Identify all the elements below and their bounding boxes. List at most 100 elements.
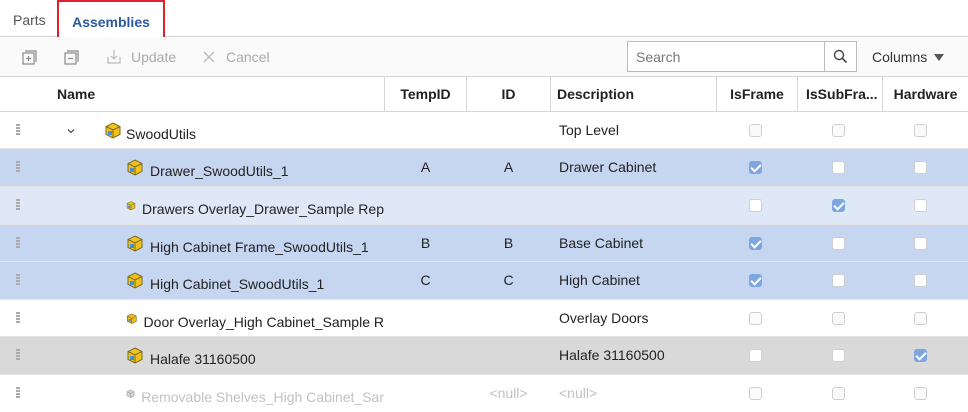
toolbar: Update Cancel Columns (0, 37, 968, 77)
drag-handle-icon[interactable] (16, 312, 20, 324)
search-button[interactable] (824, 42, 856, 71)
search-icon (833, 49, 848, 64)
row-name: Halafe 31160500 (126, 337, 384, 374)
hardware-checkbox[interactable] (914, 124, 927, 137)
row-id: A (503, 159, 514, 175)
part-icon (126, 389, 135, 398)
isframe-checkbox[interactable] (749, 387, 762, 400)
drag-handle-icon[interactable] (16, 161, 20, 173)
assembly-icon (127, 234, 143, 252)
row-name-label: Halafe 31160500 (150, 350, 256, 367)
isframe-checkbox[interactable] (749, 161, 762, 174)
table-row[interactable]: Door Overlay_High Cabinet_Sample R Overl… (0, 300, 968, 337)
hardware-checkbox[interactable] (914, 161, 927, 174)
column-header-issubframe[interactable]: IsSubFra... (798, 77, 882, 111)
row-description: <null> (559, 385, 598, 401)
column-divider[interactable] (550, 77, 551, 111)
column-header-id[interactable]: ID (467, 77, 550, 111)
tab-parts[interactable]: Parts (13, 0, 46, 37)
assembly-icon (105, 121, 121, 139)
hardware-checkbox[interactable] (914, 312, 927, 325)
isframe-checkbox[interactable] (749, 312, 762, 325)
column-header-description[interactable]: Description (557, 77, 712, 111)
issubframe-checkbox[interactable] (832, 161, 845, 174)
row-tempid: C (420, 272, 431, 288)
table-row[interactable]: High Cabinet_SwoodUtils_1 C C High Cabin… (0, 262, 968, 300)
row-tempid: A (420, 159, 431, 175)
row-description: Top Level (559, 122, 619, 138)
row-name-label: Drawers Overlay_Drawer_Sample Rep (142, 200, 384, 217)
search-box (627, 41, 857, 72)
cancel-label: Cancel (226, 49, 270, 65)
row-description: Halafe 31160500 (559, 347, 665, 363)
cancel-button[interactable]: Cancel (201, 37, 270, 77)
issubframe-checkbox[interactable] (832, 312, 845, 325)
isframe-checkbox[interactable] (749, 199, 762, 212)
issubframe-checkbox[interactable] (832, 199, 845, 212)
hardware-checkbox[interactable] (914, 237, 927, 250)
tab-bar: Parts Assemblies (0, 0, 968, 42)
column-header-hardware[interactable]: Hardware (883, 77, 968, 111)
isframe-checkbox[interactable] (749, 349, 762, 362)
hardware-checkbox[interactable] (914, 274, 927, 287)
row-name-label: SwoodUtils (126, 125, 197, 142)
drag-handle-icon[interactable] (16, 349, 20, 361)
update-icon (107, 50, 121, 64)
issubframe-checkbox[interactable] (832, 237, 845, 250)
assembly-icon (127, 346, 143, 364)
isframe-checkbox[interactable] (749, 124, 762, 137)
hardware-checkbox[interactable] (914, 349, 927, 362)
column-header-isframe[interactable]: IsFrame (717, 77, 797, 111)
table-row[interactable]: Removable Shelves_High Cabinet_Sar <null… (0, 375, 968, 412)
caret-down-icon (934, 53, 945, 61)
update-button[interactable]: Update (105, 37, 176, 77)
row-description: Overlay Doors (559, 310, 649, 326)
chevron-down-icon[interactable] (66, 112, 76, 149)
issubframe-checkbox[interactable] (832, 349, 845, 362)
collapse-all-button[interactable] (61, 37, 81, 77)
assembly-icon (126, 200, 136, 210)
issubframe-checkbox[interactable] (832, 124, 845, 137)
assembly-icon (127, 271, 143, 289)
row-name-label: Door Overlay_High Cabinet_Sample R (143, 313, 384, 330)
row-description: Drawer Cabinet (559, 159, 657, 175)
isframe-checkbox[interactable] (749, 274, 762, 287)
row-name: SwoodUtils (104, 112, 384, 149)
drag-handle-icon[interactable] (16, 199, 20, 211)
row-name: Drawer_SwoodUtils_1 (126, 149, 384, 186)
expand-all-icon (22, 50, 37, 65)
search-input[interactable] (628, 42, 826, 71)
column-header-tempid[interactable]: TempID (385, 77, 466, 111)
table-row[interactable]: High Cabinet Frame_SwoodUtils_1 B B Base… (0, 225, 968, 262)
row-name-label: Drawer_SwoodUtils_1 (150, 162, 289, 179)
isframe-checkbox[interactable] (749, 237, 762, 250)
issubframe-checkbox[interactable] (832, 387, 845, 400)
table-row[interactable]: Halafe 31160500 Halafe 31160500 (0, 337, 968, 375)
drag-handle-icon[interactable] (16, 387, 20, 399)
assembly-icon (127, 158, 143, 176)
row-name: High Cabinet Frame_SwoodUtils_1 (126, 225, 384, 262)
row-name-label: High Cabinet_SwoodUtils_1 (150, 275, 325, 292)
issubframe-checkbox[interactable] (832, 274, 845, 287)
row-description: High Cabinet (559, 272, 640, 288)
column-header-name[interactable]: Name (57, 77, 377, 111)
table-row[interactable]: SwoodUtils Top Level (0, 112, 968, 149)
drag-handle-icon[interactable] (16, 274, 20, 286)
table-row[interactable]: Drawers Overlay_Drawer_Sample Rep (0, 187, 968, 225)
drag-handle-icon[interactable] (16, 124, 20, 136)
assembly-icon (126, 313, 137, 324)
hardware-checkbox[interactable] (914, 387, 927, 400)
row-name: Drawers Overlay_Drawer_Sample Rep (126, 187, 384, 224)
row-description: Base Cabinet (559, 235, 644, 251)
row-name: High Cabinet_SwoodUtils_1 (126, 262, 384, 299)
row-id: C (503, 272, 514, 288)
columns-dropdown[interactable]: Columns (872, 37, 945, 77)
expand-all-button[interactable] (19, 37, 39, 77)
hardware-checkbox[interactable] (914, 199, 927, 212)
drag-handle-icon[interactable] (16, 237, 20, 249)
table-row[interactable]: Drawer_SwoodUtils_1 A A Drawer Cabinet (0, 149, 968, 187)
grid-header: Name TempID ID Description IsFrame IsSub… (0, 77, 968, 112)
tab-assemblies[interactable]: Assemblies (57, 0, 165, 42)
row-id: B (503, 235, 514, 251)
row-name-label: Removable Shelves_High Cabinet_Sar (141, 388, 384, 405)
